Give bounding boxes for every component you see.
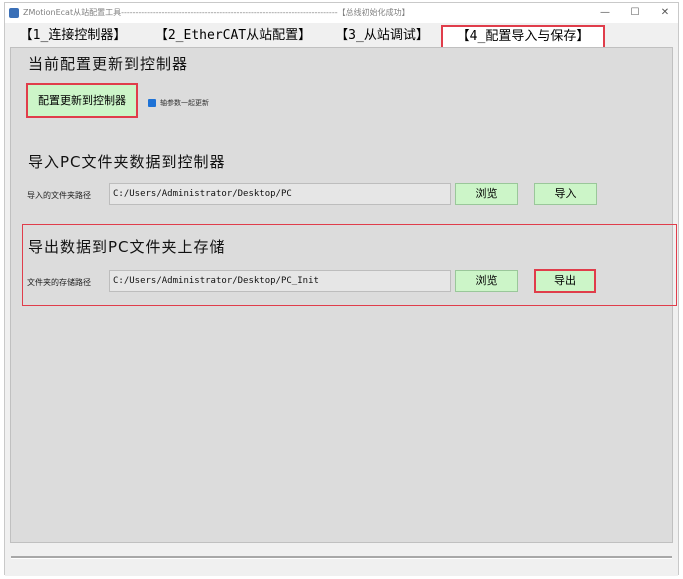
import-path-input[interactable]: C:/Users/Administrator/Desktop/PC: [109, 183, 451, 205]
tab-slave-debug[interactable]: 【3_从站调试】: [327, 25, 437, 47]
tab-bar: 【1_连接控制器】 【2_EtherCAT从站配置】 【3_从站调试】 【4_配…: [5, 25, 678, 47]
export-section-title: 导出数据到PC文件夹上存储: [28, 238, 226, 256]
export-button[interactable]: 导出: [534, 269, 596, 293]
tab-connect-controller[interactable]: 【1_连接控制器】: [9, 25, 137, 47]
export-path-label: 文件夹的存储路径: [27, 278, 91, 287]
update-section-title: 当前配置更新到控制器: [28, 55, 189, 73]
maximize-button[interactable]: ☐: [620, 3, 650, 23]
export-path-input[interactable]: C:/Users/Administrator/Desktop/PC_Init: [109, 270, 451, 292]
import-path-label: 导入的文件夹路径: [27, 191, 91, 200]
title-bar[interactable]: ZMotionEcat从站配置工具-----------------------…: [5, 3, 678, 23]
tab-ethercat-slave-config[interactable]: 【2_EtherCAT从站配置】: [150, 25, 316, 47]
sync-axis-params-label: 轴参数一起更新: [160, 99, 209, 107]
import-button[interactable]: 导入: [534, 183, 597, 205]
status-bar: [5, 547, 678, 576]
tab-config-import-save[interactable]: 【4_配置导入与保存】: [441, 25, 605, 47]
import-section-title: 导入PC文件夹数据到控制器: [28, 153, 226, 171]
import-browse-button[interactable]: 浏览: [455, 183, 518, 205]
sync-axis-params-checkbox[interactable]: [148, 99, 156, 107]
minimize-button[interactable]: —: [590, 3, 620, 23]
status-progress-line: [11, 556, 672, 559]
config-import-save-panel: 当前配置更新到控制器 配置更新到控制器 轴参数一起更新 导入PC文件夹数据到控制…: [10, 47, 677, 543]
export-browse-button[interactable]: 浏览: [455, 270, 518, 292]
close-button[interactable]: ✕: [650, 3, 680, 23]
window-title: ZMotionEcat从站配置工具-----------------------…: [23, 8, 410, 17]
update-config-button[interactable]: 配置更新到控制器: [26, 83, 138, 118]
app-icon: [9, 8, 19, 18]
app-window: ZMotionEcat从站配置工具-----------------------…: [4, 2, 679, 576]
